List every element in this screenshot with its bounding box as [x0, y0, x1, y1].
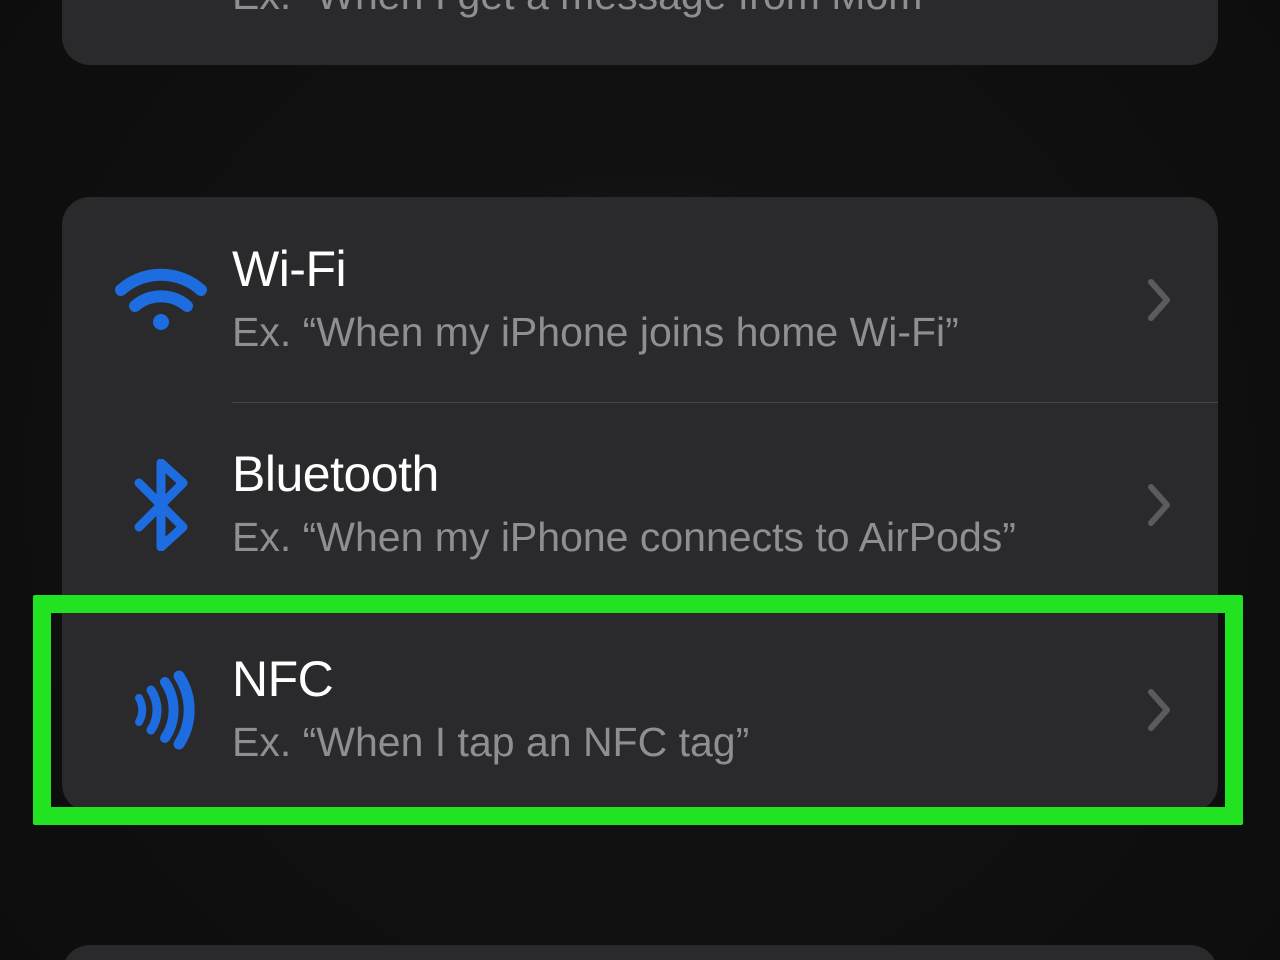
row-subtitle: Ex. “When my iPhone joins home Wi-Fi” [232, 309, 1140, 356]
row-subtitle: Ex. “When I get a message from Mom” [232, 0, 1140, 20]
list-item-bluetooth[interactable]: Bluetooth Ex. “When my iPhone connects t… [62, 402, 1218, 607]
list-item-wifi[interactable]: Wi-Fi Ex. “When my iPhone joins home Wi-… [62, 197, 1218, 402]
nfc-icon [90, 670, 232, 750]
trigger-group-messages: · Ex. “When I get a message from Mom” [62, 0, 1218, 65]
chevron-right-icon [1140, 688, 1180, 732]
row-title: Wi-Fi [232, 242, 1140, 297]
row-title: NFC [232, 652, 1140, 707]
message-icon [90, 0, 232, 7]
row-title: Bluetooth [232, 447, 1140, 502]
chevron-right-icon [1140, 483, 1180, 527]
trigger-group-connectivity: Wi-Fi Ex. “When my iPhone joins home Wi-… [62, 197, 1218, 812]
chevron-right-icon [1140, 278, 1180, 322]
row-subtitle: Ex. “When I tap an NFC tag” [232, 719, 1140, 766]
list-item-nfc[interactable]: NFC Ex. “When I tap an NFC tag” [62, 607, 1218, 812]
automation-triggers-screen: · Ex. “When I get a message from Mom” [0, 0, 1280, 960]
wifi-icon [90, 266, 232, 334]
row-subtitle: Ex. “When my iPhone connects to AirPods” [232, 514, 1140, 561]
list-item-message-trigger[interactable]: · Ex. “When I get a message from Mom” [62, 0, 1218, 65]
trigger-group-next [62, 945, 1218, 960]
bluetooth-icon [90, 459, 232, 551]
